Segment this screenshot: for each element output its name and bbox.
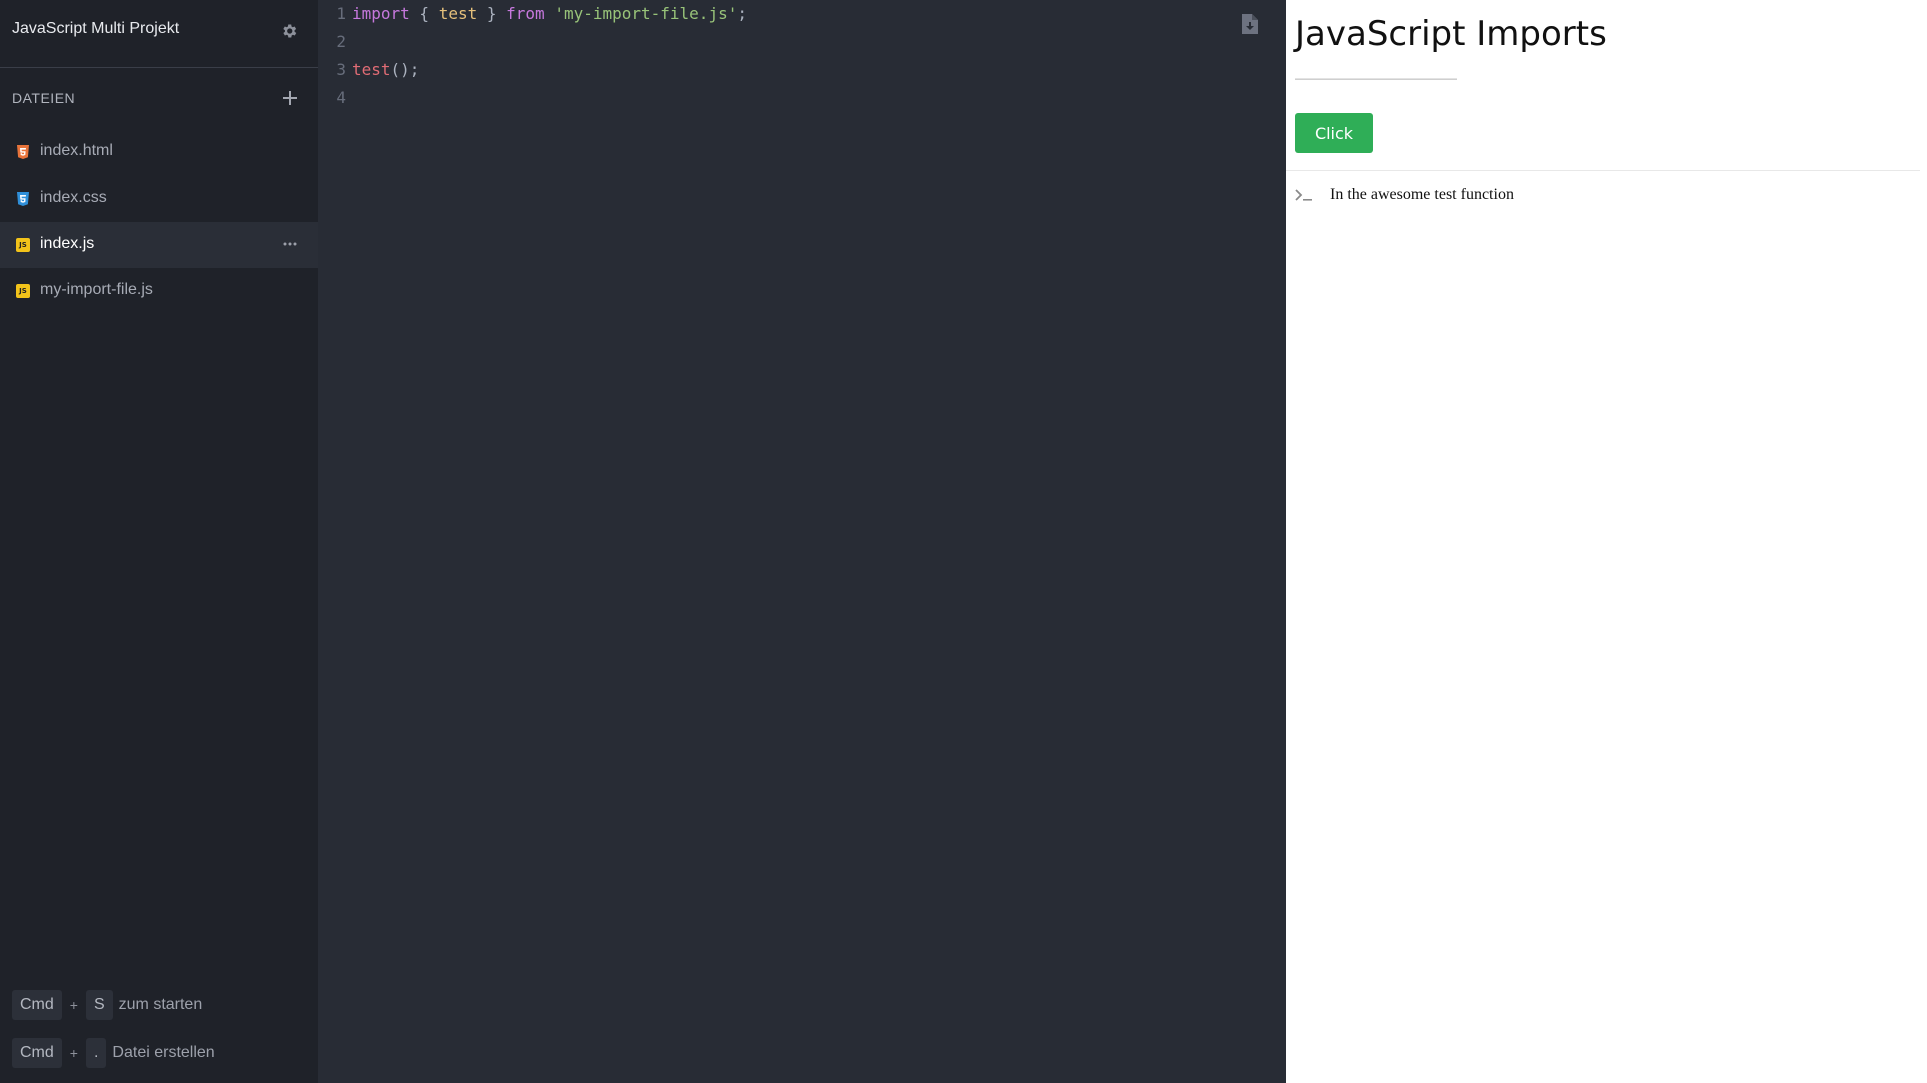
file-label: my-import-file.js	[40, 281, 153, 298]
preview-pane: JavaScript Imports Click In the awesome …	[1286, 0, 1927, 1083]
code-line[interactable]: 4	[318, 84, 1278, 112]
kbd-key: .	[85, 1038, 107, 1068]
js-file-icon: JS	[16, 284, 30, 298]
project-title: JavaScript Multi Projekt	[12, 20, 180, 37]
console-prompt-icon	[1295, 189, 1312, 201]
code-line[interactable]: 3 test();	[318, 56, 1278, 84]
function-call: test	[352, 60, 391, 79]
sidebar: JavaScript Multi Projekt DATEIEN index.h…	[0, 0, 318, 1083]
kbd-key: Cmd	[12, 1038, 62, 1068]
shortcut-description: zum starten	[118, 996, 203, 1013]
shortcut-run: Cmd + S zum starten	[12, 990, 202, 1020]
file-item-index-js[interactable]: JS index.js	[0, 222, 318, 268]
line-number: 1	[336, 4, 346, 23]
punctuation: {	[409, 4, 439, 23]
line-number: 2	[336, 32, 346, 51]
js-file-icon: JS	[16, 238, 30, 252]
identifier: test	[438, 4, 478, 23]
file-item-index-html[interactable]: index.html	[0, 129, 318, 175]
html5-file-icon	[16, 145, 30, 159]
project-header: JavaScript Multi Projekt	[0, 0, 318, 68]
horizontal-rule	[1295, 78, 1457, 80]
string-literal: 'my-import-file.js'	[554, 4, 738, 23]
keyword-from: from	[506, 4, 545, 23]
add-file-icon[interactable]	[282, 90, 298, 106]
file-label: index.css	[40, 189, 107, 206]
file-label: index.html	[40, 142, 113, 159]
code-text[interactable]: test();	[352, 56, 419, 84]
click-button[interactable]: Click	[1295, 113, 1373, 153]
plus-sign: +	[69, 997, 78, 1013]
line-number: 4	[336, 88, 346, 107]
punctuation: }	[477, 4, 507, 23]
css3-file-icon	[16, 192, 30, 206]
code-line[interactable]: 2	[318, 28, 1278, 56]
plus-sign: +	[69, 1045, 78, 1061]
shortcut-create-file: Cmd + . Datei erstellen	[12, 1038, 215, 1068]
kbd-key: S	[85, 990, 113, 1020]
code-line[interactable]: 1 import { test } from 'my-import-file.j…	[318, 0, 1278, 28]
punctuation: ();	[390, 60, 420, 79]
gear-icon[interactable]	[280, 22, 298, 40]
code-text[interactable]: import { test } from 'my-import-file.js'…	[352, 0, 747, 28]
more-options-icon[interactable]	[282, 236, 298, 252]
console-divider	[1286, 170, 1920, 171]
preview-title: JavaScript Imports	[1295, 14, 1607, 54]
file-item-index-css[interactable]: index.css	[0, 176, 318, 222]
line-number: 3	[336, 60, 346, 79]
app-root: JavaScript Multi Projekt DATEIEN index.h…	[0, 0, 1927, 1083]
download-file-icon[interactable]	[1242, 14, 1258, 34]
file-item-my-import-file-js[interactable]: JS my-import-file.js	[0, 268, 318, 314]
console-message: In the awesome test function	[1330, 186, 1514, 203]
file-label: index.js	[40, 235, 95, 252]
punctuation: ;	[737, 4, 747, 23]
keyword-import: import	[352, 4, 410, 23]
files-heading: DATEIEN	[12, 90, 76, 106]
kbd-key: Cmd	[12, 990, 62, 1020]
shortcut-description: Datei erstellen	[112, 1044, 215, 1061]
code-editor[interactable]: 1 import { test } from 'my-import-file.j…	[318, 0, 1286, 1083]
